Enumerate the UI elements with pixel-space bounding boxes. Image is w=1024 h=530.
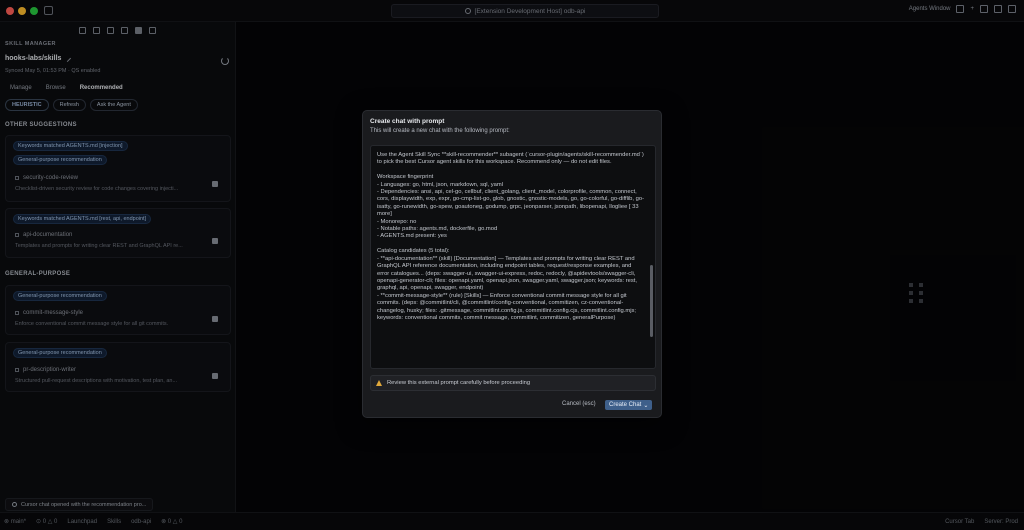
create-chat-label: Create Chat — [609, 402, 642, 408]
warning-text: Review this external prompt carefully be… — [387, 380, 531, 386]
dialog-title: Create chat with prompt — [370, 118, 445, 125]
warning-icon — [376, 380, 382, 386]
chevron-down-icon: ⌄ — [643, 402, 649, 409]
create-chat-button[interactable]: Create Chat ⌄ — [605, 400, 653, 410]
warning-banner: Review this external prompt carefully be… — [370, 375, 656, 391]
scrollbar-thumb[interactable] — [650, 265, 653, 337]
create-chat-dialog: Create chat with prompt This will create… — [362, 110, 662, 418]
cancel-button[interactable]: Cancel (esc) — [562, 401, 596, 407]
dialog-subtitle: This will create a new chat with the fol… — [370, 128, 510, 134]
prompt-scrollbar[interactable] — [650, 149, 653, 366]
prompt-preview[interactable]: Use the Agent Skill Sync **skill-recomme… — [370, 145, 656, 369]
prompt-text: Use the Agent Skill Sync **skill-recomme… — [377, 152, 644, 321]
